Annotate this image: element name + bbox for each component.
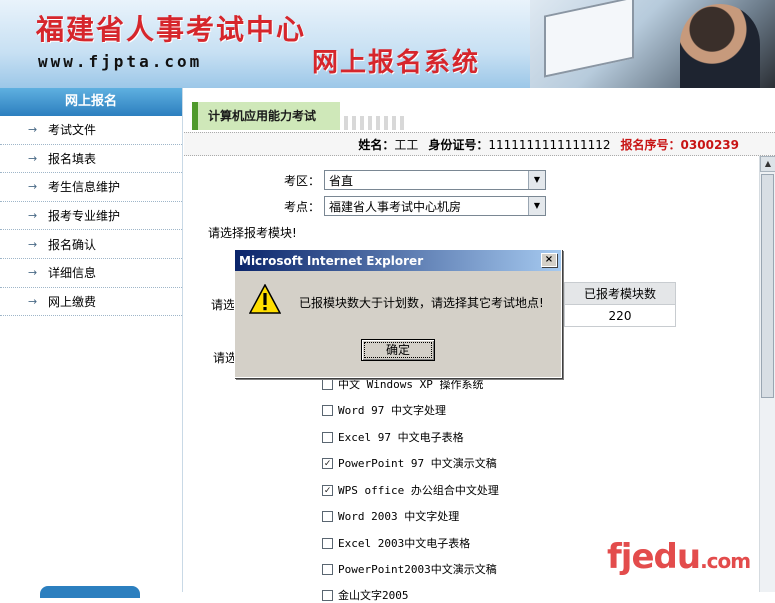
arrow-right-icon: → [28, 180, 38, 194]
exam-site-value: 福建省人事考试中心机房 [329, 199, 462, 214]
exam-area-value: 省直 [329, 173, 354, 188]
exam-area-label: 考区： [283, 173, 320, 188]
ok-button[interactable]: 确定 [361, 339, 435, 361]
checkbox[interactable] [322, 378, 333, 390]
banner-subtitle: 网上报名系统 [312, 48, 481, 78]
sidebar-item-label: 考生信息维护 [48, 180, 121, 195]
table-cell: 220 [564, 304, 676, 327]
alert-dialog: Microsoft Internet Explorer × 已报模块数大于计划数… [234, 249, 562, 378]
reg-field: 报名序号：0300239 [621, 136, 739, 153]
module-label: Excel 2003中文电子表格 [338, 537, 471, 550]
module-label: Word 97 中文字处理 [338, 404, 446, 417]
module-option[interactable]: ✓ PowerPoint 97 中文演示文稿 [322, 455, 497, 471]
module-count-table: 已报考模块数 220 [564, 282, 676, 327]
id-value: 1111111111111112 [488, 137, 611, 152]
watermark-logo: fjedu.com [607, 537, 751, 577]
exam-site-label: 考点： [283, 199, 320, 214]
name-value: 工工 [394, 137, 419, 152]
checkbox[interactable] [322, 563, 333, 575]
table-header: 已报考模块数 [564, 282, 676, 305]
vertical-scrollbar[interactable]: ▲ [759, 156, 775, 592]
sidebar-item-label: 报考专业维护 [48, 209, 121, 224]
module-option[interactable]: 金山文字2005 [322, 587, 409, 603]
exam-site-select[interactable]: 福建省人事考试中心机房 ▼ [324, 196, 546, 216]
exam-area-select[interactable]: 省直 ▼ [324, 170, 546, 190]
arrow-right-icon: → [28, 237, 38, 251]
name-label: 姓名： [358, 137, 395, 152]
sidebar-item-exam-docs[interactable]: → 考试文件 [0, 116, 182, 145]
module-option[interactable]: Word 2003 中文字处理 [322, 508, 459, 524]
warning-icon [249, 284, 281, 314]
checkbox-checked[interactable]: ✓ [322, 484, 333, 496]
reg-label: 报名序号： [620, 137, 681, 152]
module-option[interactable]: Excel 2003中文电子表格 [322, 535, 470, 551]
dialog-title: Microsoft Internet Explorer [239, 253, 424, 268]
checkbox-checked[interactable]: ✓ [322, 457, 333, 469]
candidate-info-bar: 姓名：工工 身份证号：1111111111111112 报名序号：0300239 [184, 132, 775, 156]
module-label: PowerPoint2003中文演示文稿 [338, 563, 497, 576]
sidebar-item-label: 网上缴费 [48, 294, 97, 309]
id-field: 身份证号：1111111111111112 [428, 136, 610, 153]
sidebar-item-label: 考试文件 [48, 123, 97, 138]
arrow-right-icon: → [28, 294, 38, 308]
computer-screen-illustration [544, 0, 634, 78]
module-option[interactable]: 中文 Windows XP 操作系统 [322, 376, 483, 392]
dialog-titlebar[interactable]: Microsoft Internet Explorer × [235, 250, 561, 271]
watermark-suffix: .com [700, 549, 751, 573]
scroll-thumb[interactable] [761, 174, 774, 398]
tab-computer-exam[interactable]: 计算机应用能力考试 [192, 102, 340, 130]
banner-title: 福建省人事考试中心 [36, 13, 307, 46]
reg-value: 0300239 [680, 137, 739, 152]
sidebar-bottom-decoration [40, 586, 140, 598]
exam-area-row: 考区： 省直 ▼ [280, 170, 546, 190]
module-label: 中文 Windows XP 操作系统 [338, 378, 484, 391]
name-field: 姓名：工工 [358, 136, 418, 153]
sidebar-item-payment[interactable]: → 网上缴费 [0, 288, 182, 317]
module-label: 金山文字2005 [338, 589, 409, 602]
tab-pattern-decoration [344, 116, 404, 130]
tab-bar: 计算机应用能力考试 [184, 88, 775, 132]
sidebar-item-confirm[interactable]: → 报名确认 [0, 230, 182, 259]
checkbox[interactable] [322, 510, 333, 522]
arrow-right-icon: → [28, 151, 38, 165]
partial-prompt-a: 请选 [211, 298, 236, 312]
chevron-down-icon: ▼ [528, 197, 545, 215]
module-option[interactable]: Word 97 中文字处理 [322, 402, 446, 418]
module-label: Excel 97 中文电子表格 [338, 431, 464, 444]
exam-site-row: 考点： 福建省人事考试中心机房 ▼ [280, 196, 546, 216]
watermark-text: fjedu [607, 537, 701, 577]
left-sidebar: 网上报名 → 考试文件 → 报名填表 → 考生信息维护 → 报考专业维护 → 报名确认 →… [0, 88, 183, 598]
sidebar-item-label: 详细信息 [48, 266, 97, 281]
module-option[interactable]: PowerPoint2003中文演示文稿 [322, 561, 497, 577]
module-label: WPS office 办公组合中文处理 [338, 484, 499, 497]
close-icon[interactable]: × [541, 253, 557, 267]
module-label: PowerPoint 97 中文演示文稿 [338, 457, 497, 470]
banner-photo [530, 0, 775, 88]
sidebar-item-candidate-info[interactable]: → 考生信息维护 [0, 173, 182, 202]
arrow-right-icon: → [28, 266, 38, 280]
person-illustration [680, 4, 760, 88]
checkbox[interactable] [322, 589, 333, 601]
module-option[interactable]: Excel 97 中文电子表格 [322, 429, 464, 445]
sidebar-item-details[interactable]: → 详细信息 [0, 259, 182, 288]
sidebar-header: 网上报名 [0, 88, 182, 116]
sidebar-item-major-maintenance[interactable]: → 报考专业维护 [0, 202, 182, 231]
scroll-up-icon[interactable]: ▲ [760, 156, 775, 172]
sidebar-item-label: 报名填表 [48, 151, 97, 166]
arrow-right-icon: → [28, 209, 38, 223]
dialog-message: 已报模块数大于计划数，请选择其它考试地点! [299, 296, 544, 310]
module-prompt: 请选择报考模块! [208, 226, 297, 240]
checkbox[interactable] [322, 537, 333, 549]
arrow-right-icon: → [28, 123, 38, 137]
header-banner: 福建省人事考试中心 www.fjpta.com 网上报名系统 [0, 0, 775, 88]
banner-url: www.fjpta.com [38, 52, 203, 71]
module-label: Word 2003 中文字处理 [338, 510, 460, 523]
chevron-down-icon: ▼ [528, 171, 545, 189]
checkbox[interactable] [322, 404, 333, 416]
checkbox[interactable] [322, 431, 333, 443]
sidebar-item-label: 报名确认 [48, 237, 97, 252]
id-label: 身份证号： [428, 137, 489, 152]
module-option[interactable]: ✓ WPS office 办公组合中文处理 [322, 482, 499, 498]
sidebar-item-fill-form[interactable]: → 报名填表 [0, 145, 182, 174]
